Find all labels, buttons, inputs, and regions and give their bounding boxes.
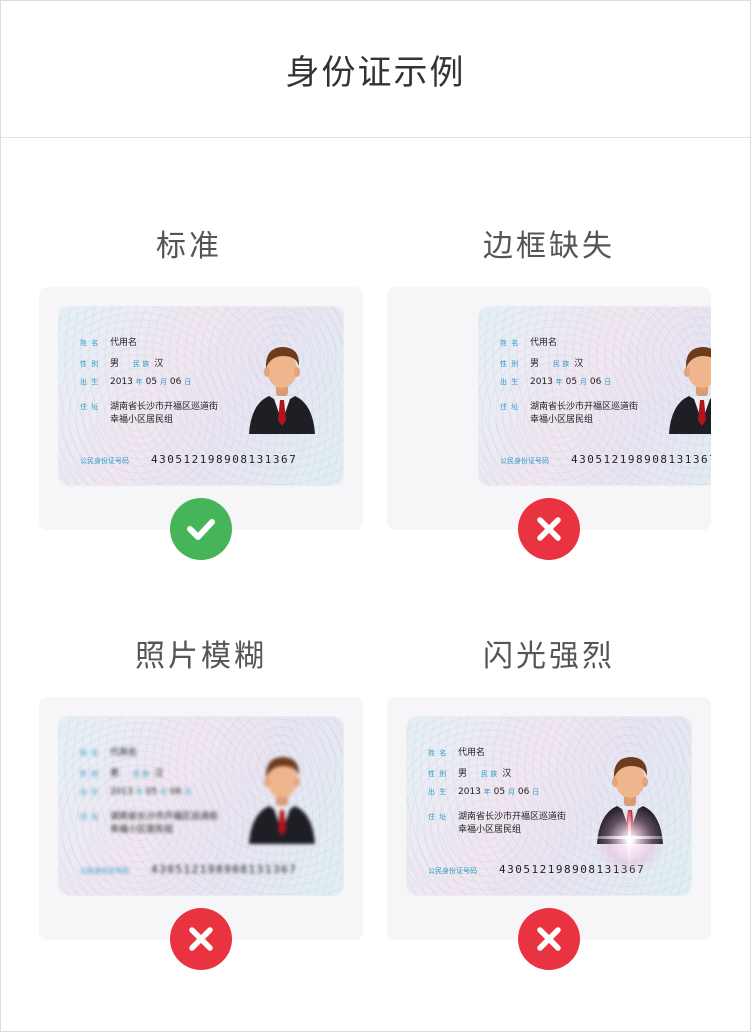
id-card-sample: 姓 名代用名 性 别男民 族汉 出 生 2013 年 05 月 06 日 住 址湖… [479,307,711,485]
cross-icon [537,517,561,541]
card-name-row: 姓 名代用名 [500,338,558,348]
card-name-row: 姓 名代用名 [80,338,138,348]
example-panel-standard: 姓 名代用名 性 别男民 族汉 出 生 2013 年 05 月 06 日 住 址湖… [39,287,363,530]
card-address-line2: 幸福小区居民组 [110,415,174,425]
card-gender-row: 性 别男民 族汉 [80,359,164,369]
example-panel-flash: 姓 名代用名 性 别男民 族汉 出 生 2013 年 05 月 06 日 住 址湖… [387,697,711,940]
card-id-row: 公民身份证号码 430512198908131367 [500,453,711,466]
card-birth-row: 出 生 2013 年 05 月 06 日 [80,787,192,797]
status-badge-bad [170,908,232,970]
cross-icon [189,927,213,951]
flash-glare-streak [628,807,631,869]
card-gender-row: 性 别男民 族汉 [80,769,164,779]
cross-icon [537,927,561,951]
card-address-row: 住 址湖南省长沙市开福区巡道街 [428,812,567,822]
page-title: 身份证示例 [285,52,466,93]
status-badge-bad [518,908,580,970]
card-birth-row: 出 生 2013 年 05 月 06 日 [428,787,540,797]
card-address-row: 住 址湖南省长沙市开福区巡道街 [500,402,639,412]
id-card-sample: 姓 名代用名 性 别男民 族汉 出 生 2013 年 05 月 06 日 住 址湖… [59,717,343,895]
card-gender-row: 性 别男民 族汉 [500,359,584,369]
card-address-line2: 幸福小区居民组 [458,825,522,835]
example-title-border-missing: 边框缺失 [483,229,615,264]
card-name-row: 姓 名代用名 [428,748,486,758]
example-panel-border-missing: 姓 名代用名 性 别男民 族汉 出 生 2013 年 05 月 06 日 住 址湖… [387,287,711,530]
id-card-sample: 姓 名代用名 性 别男民 族汉 出 生 2013 年 05 月 06 日 住 址湖… [59,307,343,485]
card-birth-row: 出 生 2013 年 05 月 06 日 [80,377,192,387]
card-gender-row: 性 别男民 族汉 [428,769,512,779]
example-title-flash: 闪光强烈 [483,639,615,674]
card-address-row: 住 址湖南省长沙市开福区巡道街 [80,812,219,822]
card-address-row: 住 址湖南省长沙市开福区巡道街 [80,402,219,412]
card-id-row: 公民身份证号码 430512198908131367 [80,453,298,466]
card-birth-row: 出 生 2013 年 05 月 06 日 [500,377,612,387]
portrait-photo [667,334,711,434]
example-title-standard: 标准 [156,229,222,264]
portrait-photo [247,334,317,434]
portrait-photo [247,744,317,844]
example-panel-blurry: 姓 名代用名 性 别男民 族汉 出 生 2013 年 05 月 06 日 住 址湖… [39,697,363,940]
page-header: 身份证示例 [1,1,750,138]
example-title-blurry: 照片模糊 [135,639,267,674]
card-address-line2: 幸福小区居民组 [110,825,174,835]
page: 身份证示例 标准 姓 名代用名 性 别男民 族汉 出 生 2013 年 05 月 … [0,0,751,1032]
status-badge-bad [518,498,580,560]
check-icon [187,519,215,540]
id-card-sample: 姓 名代用名 性 别男民 族汉 出 生 2013 年 05 月 06 日 住 址湖… [407,717,691,895]
card-name-row: 姓 名代用名 [80,748,138,758]
status-badge-ok [170,498,232,560]
card-address-line2: 幸福小区居民组 [530,415,594,425]
card-id-row: 公民身份证号码 430512198908131367 [80,863,298,876]
